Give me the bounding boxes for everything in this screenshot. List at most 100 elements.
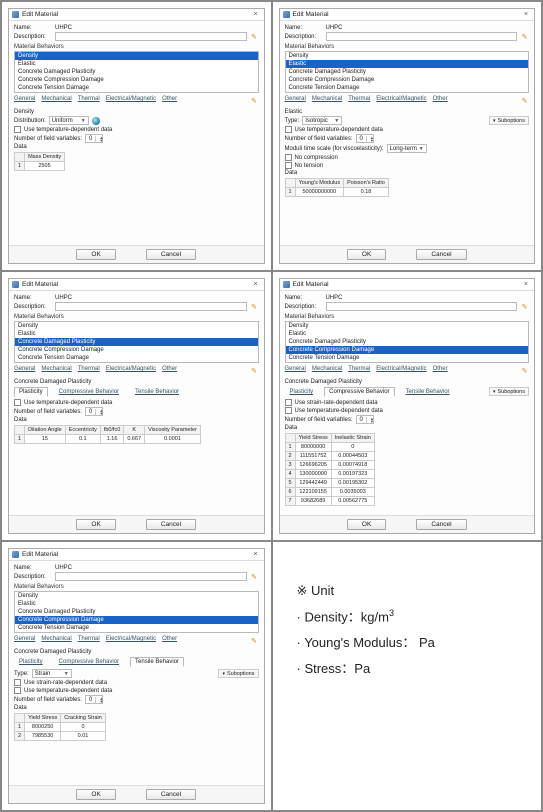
tab-thermal[interactable]: Thermal — [78, 96, 100, 105]
ok-button[interactable]: OK — [76, 789, 115, 800]
list-item[interactable]: Concrete Tension Damage — [15, 84, 258, 92]
tab-thermal[interactable]: Thermal — [348, 366, 370, 375]
no-tension-checkbox[interactable]: No tension — [285, 162, 530, 169]
subtab-tensile[interactable]: Tensile Behavior — [130, 387, 184, 397]
cell-value[interactable]: 0.01 — [61, 732, 106, 741]
tab-general[interactable]: General — [14, 366, 35, 375]
subtab-tensile[interactable]: Tensile Behavior — [401, 387, 455, 397]
list-item[interactable]: Concrete Compression Damage — [286, 346, 529, 354]
cell-value[interactable]: 0.00195302 — [331, 479, 374, 488]
subtab-compressive[interactable]: Compressive Behavior — [54, 387, 124, 397]
list-item[interactable]: Concrete Tension Damage — [15, 624, 258, 632]
tab-general[interactable]: General — [14, 96, 35, 105]
cell-value[interactable]: 2505 — [25, 162, 65, 171]
strain-rate-checkbox[interactable]: Use strain-rate-dependent data — [14, 679, 259, 686]
ok-button[interactable]: OK — [347, 249, 386, 260]
globe-icon[interactable] — [92, 117, 100, 125]
tab-mechanical[interactable]: Mechanical — [312, 366, 342, 375]
cell-value[interactable]: 0.0001 — [145, 435, 201, 444]
cancel-button[interactable]: Cancel — [416, 519, 466, 530]
list-item[interactable]: Concrete Damaged Plasticity — [286, 68, 529, 76]
list-item[interactable]: Concrete Compression Damage — [286, 76, 529, 84]
list-item[interactable]: Concrete Compression Damage — [15, 76, 258, 84]
ok-button[interactable]: OK — [76, 249, 115, 260]
tab-other[interactable]: Other — [162, 366, 177, 375]
edit-icon[interactable]: ✎ — [250, 32, 259, 41]
list-item[interactable]: Concrete Damaged Plasticity — [15, 338, 258, 346]
list-item[interactable]: Concrete Tension Damage — [286, 84, 529, 92]
type-select[interactable]: Isotropic▼ — [302, 116, 342, 125]
edit-icon[interactable]: ✎ — [250, 572, 259, 581]
list-item[interactable]: Concrete Tension Damage — [15, 354, 258, 362]
subtab-plasticity[interactable]: Plasticity — [14, 657, 48, 667]
tab-thermal[interactable]: Thermal — [348, 96, 370, 105]
list-item[interactable]: Elastic — [15, 330, 258, 338]
behaviors-list[interactable]: Density Elastic Concrete Damaged Plastic… — [285, 51, 530, 93]
list-item[interactable]: Concrete Damaged Plasticity — [286, 338, 529, 346]
close-icon[interactable]: × — [251, 281, 261, 288]
field-vars-spinner[interactable]: 0▲▼ — [356, 134, 374, 143]
tab-mechanical[interactable]: Mechanical — [41, 636, 71, 645]
tab-thermal[interactable]: Thermal — [78, 366, 100, 375]
cancel-button[interactable]: Cancel — [146, 519, 196, 530]
subtab-compressive[interactable]: Compressive Behavior — [54, 657, 124, 667]
cell-value[interactable]: 0.00074918 — [331, 461, 374, 470]
list-item[interactable]: Elastic — [286, 330, 529, 338]
cell-value[interactable]: 0.667 — [124, 435, 145, 444]
edit-icon[interactable]: ✎ — [520, 366, 529, 375]
tab-elecmag[interactable]: Electrical/Magnetic — [106, 96, 156, 105]
list-item[interactable]: Elastic — [15, 60, 258, 68]
cdp-table[interactable]: Dilation Angle Eccentricity fb0/fc0 K Vi… — [14, 425, 201, 444]
moduli-select[interactable]: Long-term▼ — [387, 144, 427, 153]
compression-table[interactable]: Yield StressInelastic Strain 1800000000 … — [285, 433, 375, 506]
list-item[interactable]: Density — [15, 592, 258, 600]
list-item[interactable]: Elastic — [286, 60, 529, 68]
subtab-compressive[interactable]: Compressive Behavior — [324, 387, 394, 397]
type-select[interactable]: Strain▼ — [32, 669, 72, 678]
list-item[interactable]: Elastic — [15, 600, 258, 608]
field-vars-spinner[interactable]: 0▲▼ — [85, 407, 103, 416]
edit-icon[interactable]: ✎ — [520, 96, 529, 105]
edit-icon[interactable]: ✎ — [250, 636, 259, 645]
cell-value[interactable]: 0.00044503 — [331, 452, 374, 461]
cell-value[interactable]: 7985530 — [25, 732, 61, 741]
cell-value[interactable]: 0.0035003 — [331, 488, 374, 497]
cell-value[interactable]: 0.18 — [344, 188, 389, 197]
list-item[interactable]: Density — [286, 52, 529, 60]
tab-other[interactable]: Other — [433, 96, 448, 105]
tab-general[interactable]: General — [285, 96, 306, 105]
cell-value[interactable]: 1.16 — [100, 435, 124, 444]
cell-value[interactable]: 0 — [331, 443, 374, 452]
temp-dependent-checkbox[interactable]: Use temperature-dependent data — [285, 407, 530, 414]
cell-value[interactable]: 8000250 — [25, 723, 61, 732]
behaviors-list[interactable]: Density Elastic Concrete Damaged Plastic… — [14, 591, 259, 633]
strain-rate-checkbox[interactable]: Use strain-rate-dependent data — [285, 399, 530, 406]
cell-value[interactable]: 130000000 — [295, 470, 331, 479]
no-compression-checkbox[interactable]: No compression — [285, 154, 530, 161]
cell-value[interactable]: 122109155 — [295, 488, 331, 497]
tab-elecmag[interactable]: Electrical/Magnetic — [376, 366, 426, 375]
tensile-table[interactable]: Yield StressCracking Strain 180002500 27… — [14, 713, 106, 741]
description-input[interactable] — [55, 302, 247, 311]
description-input[interactable] — [326, 32, 518, 41]
tab-general[interactable]: General — [285, 366, 306, 375]
list-item[interactable]: Density — [15, 52, 258, 60]
tab-elecmag[interactable]: Electrical/Magnetic — [106, 636, 156, 645]
close-icon[interactable]: × — [251, 11, 261, 18]
list-item[interactable]: Concrete Tension Damage — [286, 354, 529, 362]
list-item[interactable]: Concrete Damaged Plasticity — [15, 608, 258, 616]
list-item[interactable]: Concrete Compression Damage — [15, 346, 258, 354]
behaviors-list[interactable]: Density Elastic Concrete Damaged Plastic… — [14, 51, 259, 93]
description-input[interactable] — [55, 572, 247, 581]
tab-mechanical[interactable]: Mechanical — [41, 96, 71, 105]
edit-icon[interactable]: ✎ — [250, 302, 259, 311]
tab-mechanical[interactable]: Mechanical — [41, 366, 71, 375]
suboptions-button[interactable]: Suboptions — [489, 116, 529, 125]
subtab-plasticity[interactable]: Plasticity — [285, 387, 319, 397]
elastic-table[interactable]: Young's ModulusPoisson's Ratio 150000000… — [285, 178, 389, 197]
tab-other[interactable]: Other — [162, 96, 177, 105]
description-input[interactable] — [326, 302, 518, 311]
tab-other[interactable]: Other — [433, 366, 448, 375]
suboptions-button[interactable]: Suboptions — [218, 669, 258, 678]
subtab-tensile[interactable]: Tensile Behavior — [130, 657, 184, 667]
